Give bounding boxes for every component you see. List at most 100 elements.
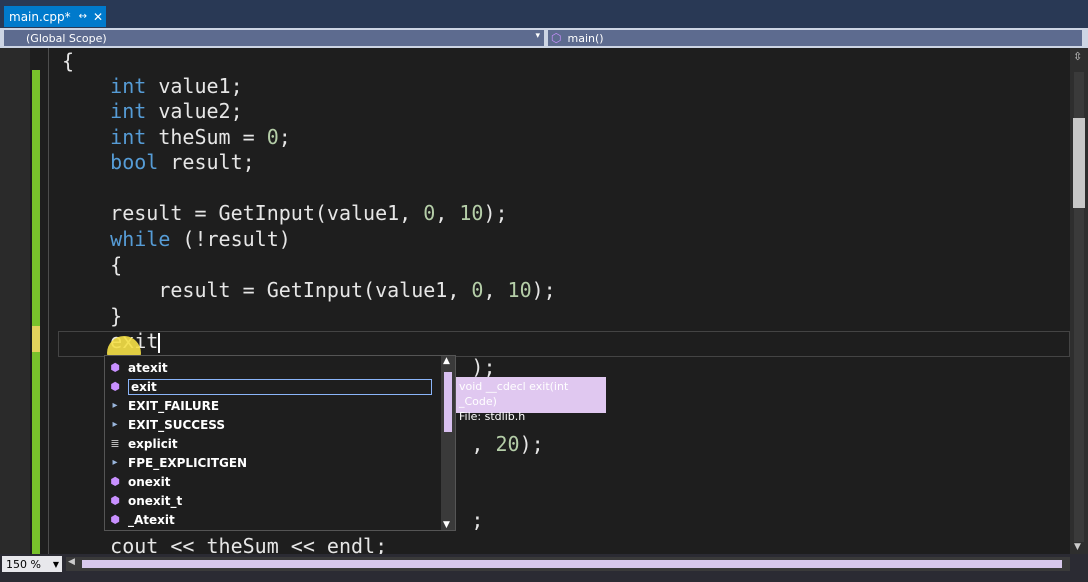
code-token: theSum = bbox=[146, 125, 267, 149]
completion-item[interactable]: ⬢ _Atexit bbox=[107, 510, 437, 529]
number-token: 10 bbox=[459, 201, 484, 225]
completion-item[interactable]: ⬢ onexit bbox=[107, 472, 437, 491]
function-icon: ⬢ bbox=[110, 361, 120, 374]
number-token: 10 bbox=[507, 278, 532, 302]
code-token: result = GetInput(value1, bbox=[158, 278, 472, 302]
code-line: } bbox=[62, 304, 122, 329]
completion-label: EXIT_FAILURE bbox=[128, 398, 220, 413]
member-dropdown[interactable]: ⬡ main() bbox=[548, 30, 1082, 46]
completion-item[interactable]: ≣ explicit bbox=[107, 434, 437, 453]
keyword-token: int bbox=[110, 99, 147, 123]
keyword-icon: ≣ bbox=[110, 437, 120, 450]
vertical-scrollbar[interactable]: ⇳ ▼ bbox=[1070, 48, 1088, 554]
completion-label: onexit bbox=[128, 474, 171, 489]
code-token: (!result) bbox=[170, 227, 291, 251]
code-token: ); bbox=[531, 278, 556, 302]
member-label: main() bbox=[567, 31, 604, 45]
number-token: 0 bbox=[423, 201, 436, 225]
scroll-thumb[interactable] bbox=[444, 372, 452, 432]
completion-label: exit bbox=[128, 378, 432, 395]
code-line: int value2; bbox=[62, 99, 243, 124]
code-line: cout << theSum << endl; bbox=[62, 534, 387, 554]
completion-item[interactable]: ⬢ onexit_t bbox=[107, 491, 437, 510]
glyph-margin bbox=[0, 48, 30, 554]
close-icon[interactable]: ✕ bbox=[93, 10, 103, 24]
code-line: { bbox=[62, 253, 122, 278]
intellisense-list[interactable]: ▲ ▼ ⬢ atexit ⬢ exit ▸ EXIT_FAILURE ▸ EXIT_SUCCE… bbox=[104, 355, 456, 531]
code-token: , bbox=[471, 432, 496, 456]
code-token: cout << theSum << endl; bbox=[110, 534, 388, 554]
code-token: , bbox=[435, 201, 460, 225]
scroll-thumb[interactable] bbox=[1073, 118, 1085, 208]
text-caret bbox=[158, 332, 161, 353]
tab-main-cpp[interactable]: main.cpp* ↔ ✕ bbox=[4, 6, 106, 27]
completion-label: atexit bbox=[128, 360, 168, 375]
scroll-down-icon[interactable]: ▼ bbox=[443, 520, 450, 530]
code-token: value2; bbox=[146, 99, 243, 123]
scope-label: (Global Scope) bbox=[26, 31, 107, 45]
scroll-thumb[interactable] bbox=[82, 560, 1062, 568]
unsaved-change-marker bbox=[32, 326, 40, 352]
keyword-token: int bbox=[110, 74, 147, 98]
code-line: while (!result) bbox=[62, 227, 291, 252]
current-line-highlight bbox=[58, 331, 1070, 357]
zoom-dropdown[interactable]: 150 % ▼ bbox=[2, 556, 62, 572]
completion-item[interactable]: ⬢ exit bbox=[107, 377, 437, 396]
code-token: result = GetInput(value1, bbox=[110, 201, 424, 225]
code-token: ); bbox=[483, 201, 508, 225]
code-token: ); bbox=[471, 355, 496, 379]
zoom-level: 150 % bbox=[6, 557, 41, 571]
scope-dropdown[interactable]: (Global Scope) ▾ bbox=[4, 30, 544, 46]
code-token: value1; bbox=[146, 74, 243, 98]
code-token: } bbox=[110, 304, 123, 328]
number-token: 0 bbox=[471, 278, 484, 302]
keyword-token: int bbox=[110, 125, 147, 149]
scroll-down-icon[interactable]: ▼ bbox=[1074, 542, 1081, 552]
function-icon: ⬡ bbox=[551, 31, 562, 45]
completion-label: onexit_t bbox=[128, 493, 183, 508]
split-icon[interactable]: ⇳ bbox=[1073, 50, 1082, 63]
code-token: , bbox=[483, 278, 508, 302]
change-tracking-bar bbox=[32, 70, 40, 554]
intellisense-scrollbar[interactable]: ▲ ▼ bbox=[441, 356, 455, 530]
tooltip-signature: void __cdecl exit(int _Code) bbox=[459, 380, 569, 408]
code-token: { bbox=[110, 253, 123, 277]
macro-icon: ▸ bbox=[112, 457, 118, 468]
function-icon: ⬢ bbox=[110, 475, 120, 488]
completion-item[interactable]: ▸ EXIT_FAILURE bbox=[107, 396, 437, 415]
keyword-token: bool bbox=[110, 150, 159, 174]
keyword-token: while bbox=[110, 227, 171, 251]
navigation-bar: (Global Scope) ▾ ⬡ main() bbox=[0, 28, 1088, 48]
completion-label: EXIT_SUCCESS bbox=[128, 417, 226, 432]
scroll-left-icon[interactable]: ◀ bbox=[68, 557, 75, 567]
code-line: bool result; bbox=[62, 150, 255, 175]
code-line: { bbox=[62, 49, 74, 74]
function-icon: ⬢ bbox=[110, 494, 120, 507]
completion-label: _Atexit bbox=[128, 512, 175, 527]
code-token: { bbox=[62, 49, 75, 73]
function-icon: ⬢ bbox=[110, 380, 120, 393]
completion-item[interactable]: ▸ EXIT_SUCCESS bbox=[107, 415, 437, 434]
number-token: 20 bbox=[495, 432, 520, 456]
code-line: result = GetInput(value1, 0, 10); bbox=[62, 201, 508, 226]
scroll-up-icon[interactable]: ▲ bbox=[443, 356, 450, 366]
code-token: ; bbox=[278, 125, 291, 149]
code-token: ); bbox=[519, 432, 544, 456]
chevron-down-icon: ▼ bbox=[52, 559, 59, 569]
tab-bar: main.cpp* ↔ ✕ bbox=[0, 0, 1088, 28]
number-token: 0 bbox=[266, 125, 279, 149]
completion-item[interactable]: ⬢ atexit bbox=[107, 358, 437, 377]
code-line: result = GetInput(value1, 0, 10); bbox=[62, 278, 556, 303]
completion-label: FPE_EXPLICITGEN bbox=[128, 455, 248, 470]
code-token: result; bbox=[158, 150, 255, 174]
tooltip-file: File: stdlib.h bbox=[459, 410, 526, 423]
horizontal-scrollbar[interactable]: ◀ bbox=[66, 557, 1070, 571]
macro-icon: ▸ bbox=[112, 400, 118, 411]
pin-icon[interactable]: ↔ bbox=[79, 11, 87, 22]
outline-line bbox=[48, 48, 49, 554]
function-icon: ⬢ bbox=[110, 513, 120, 526]
tab-title: main.cpp* bbox=[9, 9, 71, 24]
code-line: int theSum = 0; bbox=[62, 125, 291, 150]
code-line: int value1; bbox=[62, 74, 243, 99]
completion-item[interactable]: ▸ FPE_EXPLICITGEN bbox=[107, 453, 437, 472]
